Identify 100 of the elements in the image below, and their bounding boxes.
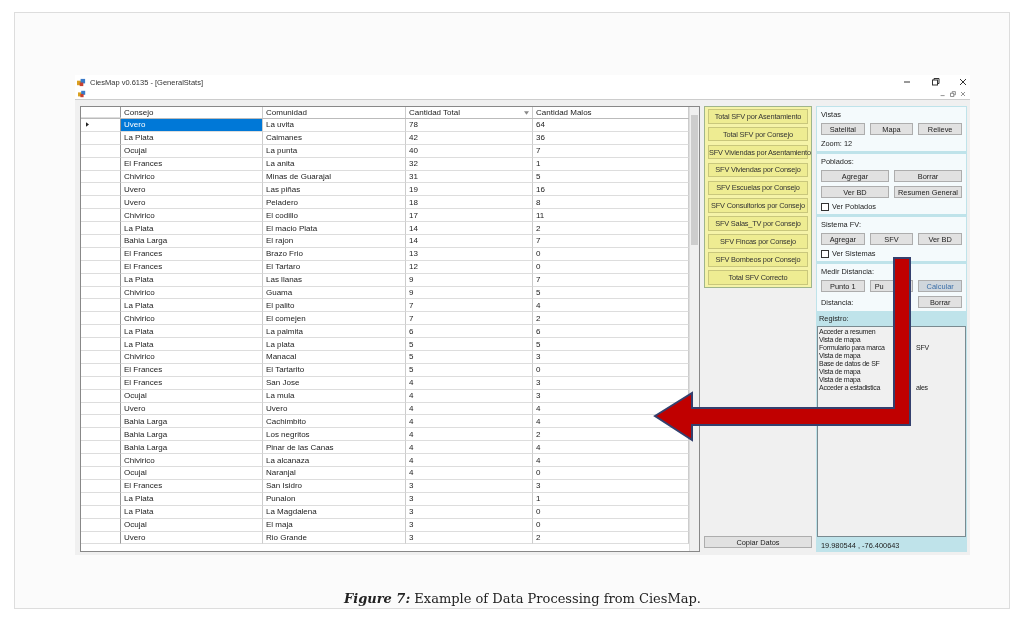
table-cell: 1: [533, 157, 689, 171]
table-cell: El Frances: [121, 479, 263, 493]
column-header[interactable]: Cantidad Malos: [533, 107, 689, 118]
row-header[interactable]: [81, 157, 121, 171]
row-header[interactable]: [81, 273, 121, 287]
table-cell: Pinar de las Canas: [263, 441, 406, 455]
table-cell: Uvero: [121, 183, 263, 197]
table-cell: 7: [533, 144, 689, 158]
table-cell: 0: [533, 505, 689, 519]
table-cell: Chivirico: [121, 351, 263, 364]
column-header[interactable]: Consejo: [121, 107, 263, 118]
figure-caption: Figure 7: Example of Data Processing from CiesMap.: [342, 591, 702, 606]
table-cell: 1: [533, 492, 689, 506]
row-header[interactable]: [81, 183, 121, 197]
table-cell: 4: [406, 428, 533, 442]
row-header[interactable]: [81, 518, 121, 532]
corner-header[interactable]: [81, 107, 121, 118]
current-row-icon: [86, 122, 89, 128]
row-header[interactable]: [81, 467, 121, 480]
table-cell: 3: [406, 505, 533, 519]
table-cell: 16: [533, 183, 689, 197]
table-cell: 4: [533, 441, 689, 455]
table-cell: 17: [406, 209, 533, 223]
table-cell: 0: [533, 363, 689, 377]
row-header[interactable]: [81, 492, 121, 506]
row-header[interactable]: [81, 325, 121, 339]
table-cell: El Tartarito: [263, 363, 406, 377]
row-header[interactable]: [81, 479, 121, 493]
table-cell: 5: [406, 351, 533, 364]
row-header[interactable]: [81, 531, 121, 545]
restore-icon[interactable]: [930, 77, 940, 87]
app-icon[interactable]: [78, 90, 86, 98]
column-header[interactable]: Comunidad: [263, 107, 406, 118]
table-cell: 7: [533, 273, 689, 287]
table-cell: 3: [406, 479, 533, 493]
table-cell: La mula: [263, 389, 406, 403]
table-cell: 4: [406, 454, 533, 468]
row-header[interactable]: [81, 402, 121, 416]
row-header[interactable]: [81, 286, 121, 300]
table-cell: Rio Grande: [263, 531, 406, 545]
table-cell: La Plata: [121, 131, 263, 145]
table-cell: 32: [406, 157, 533, 171]
table-cell: 7: [533, 235, 689, 248]
table-cell: 7: [406, 299, 533, 313]
row-header[interactable]: [81, 389, 121, 403]
table-cell: 0: [533, 518, 689, 532]
row-header[interactable]: [81, 338, 121, 352]
table-cell: 19: [406, 183, 533, 197]
scrollbar[interactable]: [688, 107, 699, 551]
row-header[interactable]: [81, 351, 121, 364]
table-cell: La Magdalena: [263, 505, 406, 519]
table-cell: Minas de Guarajal: [263, 170, 406, 184]
row-header[interactable]: [81, 376, 121, 390]
table-cell: 78: [406, 119, 533, 132]
table-cell: 8: [533, 196, 689, 210]
table-cell: La Plata: [121, 273, 263, 287]
table-cell: Punalon: [263, 492, 406, 506]
close-icon[interactable]: [958, 77, 968, 87]
table-cell: 6: [406, 325, 533, 339]
table-cell: La Plata: [121, 325, 263, 339]
row-header[interactable]: [81, 260, 121, 274]
table-cell: 4: [406, 402, 533, 416]
row-header[interactable]: [81, 428, 121, 442]
table-cell: 2: [533, 531, 689, 545]
table-cell: 9: [406, 273, 533, 287]
table-cell: 5: [406, 363, 533, 377]
row-header[interactable]: [81, 144, 121, 158]
row-header[interactable]: [81, 235, 121, 248]
row-header[interactable]: [81, 454, 121, 468]
table-cell: El maja: [263, 518, 406, 532]
row-header[interactable]: [81, 415, 121, 429]
table-cell: 3: [533, 351, 689, 364]
table-cell: El palito: [263, 299, 406, 313]
table-cell: Ocujal: [121, 144, 263, 158]
row-header[interactable]: [81, 312, 121, 326]
table-cell: Ocujal: [121, 467, 263, 480]
row-header[interactable]: [81, 170, 121, 184]
table-cell: Chivirico: [121, 170, 263, 184]
table-cell: 36: [533, 131, 689, 145]
column-header[interactable]: Cantidad Total: [406, 107, 533, 118]
row-header[interactable]: [81, 299, 121, 313]
table-cell: 4: [406, 389, 533, 403]
table-cell: 4: [406, 467, 533, 480]
table-cell: Ocujal: [121, 518, 263, 532]
table-cell: 3: [533, 479, 689, 493]
table-cell: 11: [533, 209, 689, 223]
row-header[interactable]: [81, 196, 121, 210]
table-cell: El Frances: [121, 247, 263, 261]
row-header[interactable]: [81, 222, 121, 235]
table-cell: Uvero: [121, 119, 263, 132]
table-cell: 42: [406, 131, 533, 145]
row-header[interactable]: [81, 247, 121, 261]
row-header[interactable]: [81, 131, 121, 145]
row-header[interactable]: [81, 505, 121, 519]
row-header[interactable]: [81, 363, 121, 377]
table-cell: 3: [406, 518, 533, 532]
row-header[interactable]: [81, 441, 121, 455]
row-header[interactable]: [81, 209, 121, 223]
table-cell: 5: [533, 170, 689, 184]
table-cell: 14: [406, 235, 533, 248]
